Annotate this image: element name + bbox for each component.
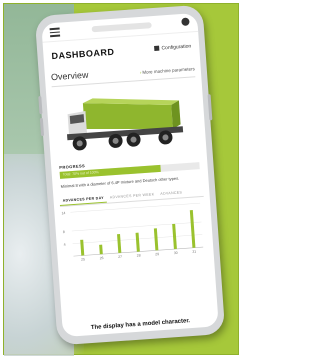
y-tick-label: 4	[64, 243, 66, 247]
hamburger-menu-icon[interactable]	[49, 27, 61, 39]
x-tick-label: 27	[118, 255, 122, 259]
configuration-label: Configuration	[161, 43, 192, 52]
configuration-button[interactable]: Configuration	[154, 43, 191, 52]
caption-text: The display has a model character.	[90, 318, 191, 332]
chart-bar	[80, 239, 85, 256]
tab-advances-per-week[interactable]: ADVANCES PER WEEK	[107, 190, 158, 203]
truck-image	[52, 81, 201, 161]
overview-title: Overview	[50, 69, 89, 83]
volume-button	[38, 95, 43, 115]
x-tick-label: 30	[174, 251, 178, 255]
truck-icon	[67, 98, 184, 151]
y-tick-label: 14	[61, 211, 65, 215]
x-tick-label: 29	[155, 252, 159, 256]
phone-device: DASHBOARD Configuration Overview ›More m…	[34, 4, 226, 346]
user-icon[interactable]	[181, 17, 190, 27]
gear-icon	[154, 45, 160, 52]
y-tick-label: 8	[63, 230, 65, 234]
grid-line	[71, 221, 202, 232]
chart-bar	[153, 228, 159, 251]
browser-bar	[41, 12, 199, 43]
x-tick-label: 31	[192, 250, 196, 254]
x-tick-label: 26	[100, 256, 104, 260]
more-parameters-label: More machine parameters	[142, 66, 195, 75]
x-tick-label: 25	[81, 257, 85, 261]
x-tick-label: 28	[137, 253, 141, 257]
more-parameters-link[interactable]: ›More machine parameters	[140, 66, 195, 75]
advances-chart: 14 8 4 25 26 27 28 29 30 31	[60, 199, 208, 275]
phone-screen: DASHBOARD Configuration Overview ›More m…	[41, 12, 219, 338]
chart-bar	[99, 244, 103, 255]
volume-button	[39, 117, 45, 137]
page-title: DASHBOARD	[51, 46, 115, 62]
tab-advances-per-day[interactable]: ADVANCES PER DAY	[59, 193, 108, 206]
chart-bar	[135, 232, 140, 252]
tab-advances[interactable]: ADVANCES	[157, 188, 185, 199]
chart-bar	[117, 233, 122, 254]
chart-bar	[189, 209, 196, 248]
bar-chart: 14 8 4 25 26 27 28 29 30 31	[61, 202, 204, 262]
address-bar[interactable]	[91, 22, 152, 33]
